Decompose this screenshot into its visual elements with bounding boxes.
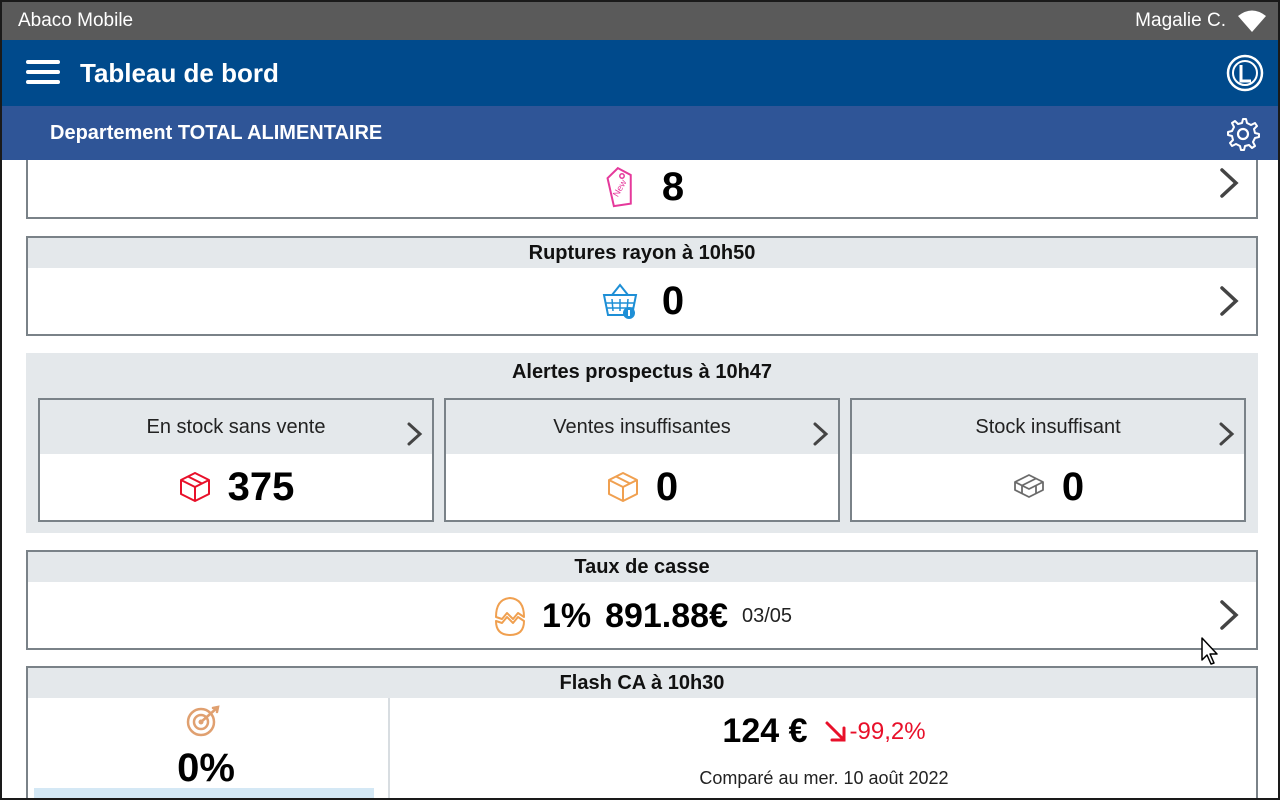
user-name: Magalie C. <box>1135 10 1226 31</box>
department-bar: Departement TOTAL ALIMENTAIRE <box>2 106 1278 160</box>
menu-icon[interactable] <box>26 60 60 86</box>
ruptures-title: Ruptures rayon à 10h50 <box>28 238 1256 268</box>
ruptures-card[interactable]: Ruptures rayon à 10h50 0 <box>26 236 1258 336</box>
flash-title: Flash CA à 10h30 <box>28 668 1256 698</box>
casse-amount: 891.88€ <box>605 596 728 635</box>
casse-rate: 1% <box>541 596 592 635</box>
wifi-icon <box>1238 10 1266 32</box>
sales-change: -99,2% <box>849 717 926 745</box>
tile-value: 0 <box>1061 464 1085 509</box>
tile-label: En stock sans vente <box>40 400 432 454</box>
nouveautes-value: 8 <box>661 164 685 209</box>
status-bar: Abaco Mobile Magalie C. <box>2 2 1278 40</box>
prospectus-panel: Alertes prospectus à 10h47 En stock sans… <box>26 353 1258 533</box>
app-window: Abaco Mobile Magalie C. Tableau de bord … <box>0 0 1280 800</box>
chevron-right-icon[interactable] <box>1218 421 1236 447</box>
tile-label: Stock insuffisant <box>852 400 1244 454</box>
compared-text: Comparé au mer. 10 août 2022 <box>699 768 949 788</box>
tile-value: 0 <box>655 464 679 509</box>
tile-label: Ventes insuffisantes <box>446 400 838 454</box>
casse-title: Taux de casse <box>28 552 1256 582</box>
mouse-cursor-icon <box>1201 637 1218 665</box>
sales-amount: 124 € <box>722 712 808 750</box>
tile-ventes-insuffisantes[interactable]: Ventes insuffisantes 0 <box>444 398 840 522</box>
chevron-right-icon[interactable] <box>812 421 830 447</box>
tile-stock-insuffisant[interactable]: Stock insuffisant 0 <box>850 398 1246 522</box>
target-progress-bar <box>34 788 374 798</box>
target-icon <box>186 705 220 737</box>
basket-icon <box>602 283 638 319</box>
casse-card[interactable]: Taux de casse 1% 891.88€ 03/05 <box>26 550 1258 650</box>
department-label: Departement TOTAL ALIMENTAIRE <box>50 122 383 144</box>
box-orange-icon <box>607 472 638 502</box>
prospectus-title: Alertes prospectus à 10h47 <box>511 361 773 383</box>
app-bar: Tableau de bord <box>2 40 1278 106</box>
tile-value: 375 <box>227 464 295 509</box>
empty-box-icon <box>1013 474 1044 498</box>
app-name: Abaco Mobile <box>18 10 134 31</box>
gear-icon[interactable] <box>1226 117 1260 151</box>
svg-text:New: New <box>611 177 629 198</box>
ruptures-value: 0 <box>661 278 685 323</box>
box-red-icon <box>179 472 210 502</box>
nouveautes-card[interactable]: New 8 <box>26 160 1258 219</box>
chevron-right-icon[interactable] <box>1218 285 1240 317</box>
chevron-right-icon[interactable] <box>1218 167 1240 199</box>
target-percent: 0% <box>177 746 235 790</box>
chevron-right-icon[interactable] <box>1218 599 1240 631</box>
tile-stock-sans-vente[interactable]: En stock sans vente 375 <box>38 398 434 522</box>
casse-date: 03/05 <box>741 604 793 627</box>
chevron-right-icon[interactable] <box>406 421 424 447</box>
page-title: Tableau de bord <box>80 58 279 88</box>
sales-section: 124 € -99,2% Comparé au mer. 10 août 202… <box>392 698 1256 798</box>
dashboard-content: New 8 Ruptures rayon à 10h50 0 Alertes p… <box>2 160 1278 798</box>
flash-ca-card[interactable]: Flash CA à 10h30 0% 124 € -99,2% Comparé… <box>26 666 1258 798</box>
target-section: 0% <box>28 698 390 798</box>
arrow-down-right-icon <box>825 721 846 741</box>
new-tag-icon: New <box>606 166 632 208</box>
brand-logo-icon <box>1226 54 1264 92</box>
broken-egg-icon <box>494 597 525 636</box>
